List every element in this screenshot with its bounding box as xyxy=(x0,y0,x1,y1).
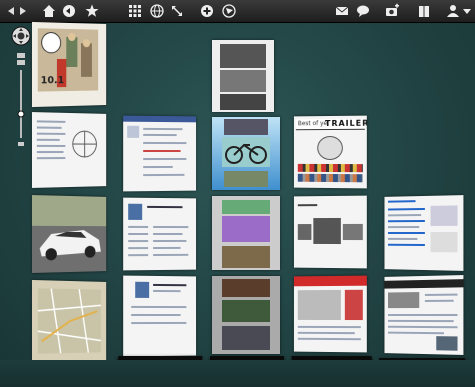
floor-reflection xyxy=(0,360,475,387)
home-icon[interactable] xyxy=(42,3,56,19)
tile-profile-page-2[interactable] xyxy=(123,275,197,357)
grid-icon[interactable] xyxy=(128,3,142,19)
zoom-slider[interactable] xyxy=(17,70,25,138)
zoom-out-icon[interactable] xyxy=(18,142,24,146)
tile-magazine-cover[interactable]: 10.1 xyxy=(31,21,107,108)
chat-bubble-icon[interactable] xyxy=(356,3,370,19)
user-icon[interactable] xyxy=(446,3,460,19)
tile-map[interactable] xyxy=(31,279,107,363)
back-circle-icon[interactable] xyxy=(62,3,76,19)
book-icon[interactable] xyxy=(417,3,431,19)
tile-car-photo[interactable] xyxy=(31,195,107,273)
tile-photo-strip-bottom[interactable] xyxy=(212,276,280,354)
diagram-circle xyxy=(70,128,99,160)
navigate-disc-icon[interactable] xyxy=(11,26,31,46)
bicycle-image xyxy=(222,137,270,167)
zoom-control-graphic xyxy=(11,26,31,146)
tile-graffiti-photos[interactable] xyxy=(212,196,280,270)
dropdown-arrow-icon[interactable] xyxy=(462,3,472,19)
zoom-control xyxy=(10,26,32,156)
grid-small-icon[interactable] xyxy=(17,53,25,65)
tile-bike-shop-site[interactable] xyxy=(293,195,367,269)
visual-wall-viewer: 10.1 Best of yel TRAILER xyxy=(0,0,475,387)
mail-icon[interactable] xyxy=(335,3,349,19)
camera-plus-icon[interactable] xyxy=(385,3,399,19)
tile-bicycle-photo[interactable] xyxy=(212,117,280,190)
tile-profile-page[interactable] xyxy=(123,197,197,271)
refresh-circle-icon[interactable] xyxy=(222,3,236,19)
tile-news-portal[interactable] xyxy=(384,195,464,271)
arrow-right-icon[interactable] xyxy=(18,3,28,19)
add-circle-icon[interactable] xyxy=(200,3,214,19)
arrow-left-icon[interactable] xyxy=(6,3,16,19)
tile-document-diagram[interactable] xyxy=(31,112,107,188)
top-toolbar xyxy=(0,0,475,23)
tile-trailers-site[interactable]: Best of yel TRAILER xyxy=(293,115,367,189)
globe-icon[interactable] xyxy=(150,3,164,19)
magazine-issue-number: 10.1 xyxy=(40,75,65,87)
trailers-banner: TRAILER xyxy=(325,118,367,129)
tile-red-header-site[interactable] xyxy=(293,275,367,353)
map-image xyxy=(32,280,106,362)
star-icon[interactable] xyxy=(85,3,99,19)
car-image xyxy=(31,195,107,273)
tile-facebook-page[interactable] xyxy=(123,115,197,192)
expand-icon[interactable] xyxy=(170,3,184,19)
magazine-artwork: 10.1 xyxy=(37,28,99,92)
tile-photo-strip-top[interactable] xyxy=(212,40,274,112)
tile-dark-header-site[interactable] xyxy=(384,275,464,355)
